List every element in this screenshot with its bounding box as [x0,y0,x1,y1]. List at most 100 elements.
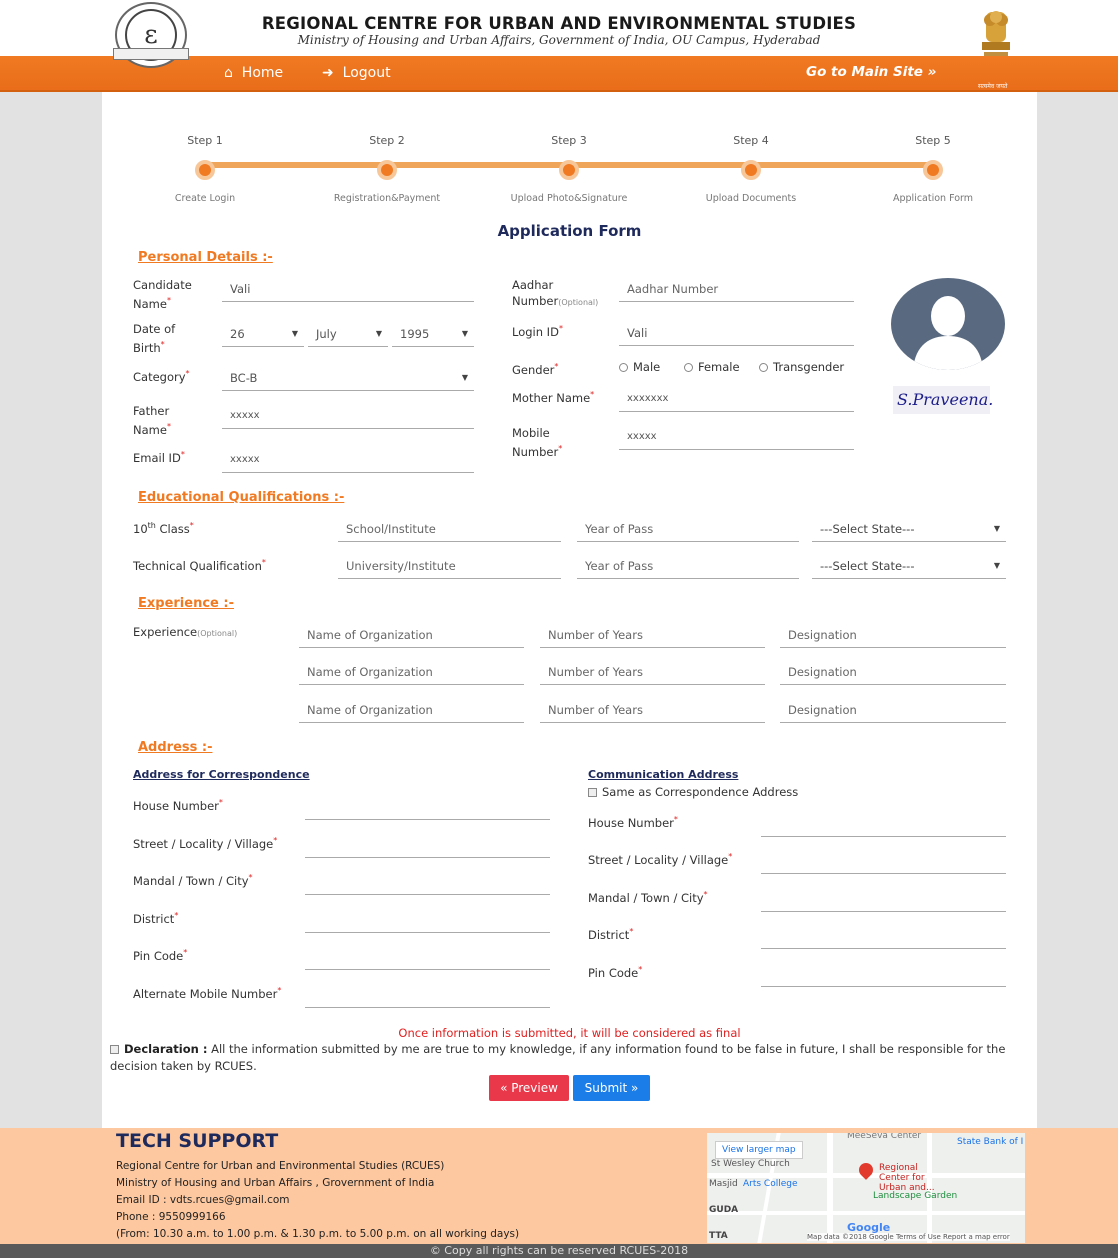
osmania-university-logo: ε [113,2,189,68]
checkbox-icon [588,788,597,797]
experience-designation-input[interactable]: Designation [780,699,1006,723]
corr-street-input[interactable] [305,834,550,858]
corr-mandal-input[interactable] [305,871,550,895]
step-dot [923,160,943,180]
chevron-down-icon: ▼ [461,373,468,382]
candidate-name-input[interactable]: Vali [222,278,474,302]
tenth-class-label: 10th Class* [133,521,194,536]
comm-pin-input[interactable] [761,963,1006,987]
corr-house-input[interactable] [305,796,550,820]
experience-years-input[interactable]: Number of Years [540,624,765,648]
experience-years-input[interactable]: Number of Years [540,699,765,723]
map-label: Masjid [709,1179,738,1189]
comm-house-input[interactable] [761,813,1006,837]
gender-male-radio[interactable]: Male [619,359,660,375]
dob-month-select[interactable]: July ▼ [308,323,388,347]
nav-main-site-link[interactable]: Go to Main Site » [806,64,936,80]
tech-support-heading: TECH SUPPORT [116,1130,279,1152]
map-label: TTA [709,1231,728,1241]
login-id-input[interactable]: Vali [619,322,854,346]
chevron-down-icon: ▼ [993,524,1000,533]
profile-photo [891,278,1005,370]
signature-image: S.Praveena. [893,386,993,414]
alt-mobile-input[interactable] [305,984,550,1008]
corr-district-label: District* [133,911,179,926]
corr-mandal-label: Mandal / Town / City* [133,873,253,888]
comm-district-input[interactable] [761,925,1006,949]
map-label: State Bank of I [957,1137,1024,1147]
national-emblem-icon [982,11,1010,56]
tenth-school-input[interactable]: School/Institute [338,518,561,542]
aadhar-input[interactable]: Aadhar Number [619,278,854,302]
tenth-year-input[interactable]: Year of Pass [577,518,799,542]
dob-day-select[interactable]: 26 ▼ [222,323,304,347]
submission-warning: Once information is submitted, it will b… [398,1026,741,1040]
experience-org-input[interactable]: Name of Organization [299,699,524,723]
corr-house-label: House Number* [133,798,223,813]
nav-home-label: Home [241,65,284,81]
same-address-checkbox[interactable]: Same as Correspondence Address [588,784,798,800]
home-icon: ⌂ [224,65,233,81]
candidate-name-label: Candidate Name* [133,278,192,311]
chevron-down-icon: ▼ [461,329,468,338]
corr-pin-label: Pin Code* [133,948,188,963]
comm-pin-label: Pin Code* [588,965,643,980]
address-heading: Address :- [138,740,213,755]
declaration: Declaration : All the information submit… [110,1041,1015,1075]
mother-name-input[interactable]: xxxxxxx [619,388,854,412]
comm-house-label: House Number* [588,815,678,830]
step-3: Step 3 Upload Photo&Signature [499,134,639,204]
nav-home-link[interactable]: ⌂ Home [224,65,283,81]
step-label: Step 1 [187,134,223,147]
radio-icon [684,363,693,372]
step-label: Step 5 [915,134,951,147]
nav-logout-link[interactable]: ➜ Logout [322,65,391,81]
gender-label: Gender* [512,362,559,377]
corr-street-label: Street / Locality / Village* [133,836,278,851]
comm-street-input[interactable] [761,850,1006,874]
email-label: Email ID* [133,450,185,465]
email-input[interactable]: xxxxx [222,449,474,473]
map-label: Landscape Garden [873,1191,958,1201]
step-5: Step 5 Application Form [863,134,1003,204]
tech-state-select[interactable]: ---Select State--- ▼ [812,555,1006,579]
experience-designation-input[interactable]: Designation [780,661,1006,685]
map-label: Regional Center for Urban and... [879,1163,935,1193]
map-label: St Wesley Church [711,1159,790,1169]
comm-street-label: Street / Locality / Village* [588,852,733,867]
footer-hours: (From: 10.30 a.m. to 1.00 p.m. & 1.30 p.… [116,1228,520,1240]
father-name-input[interactable]: xxxxx [222,405,474,429]
tech-university-input[interactable]: University/Institute [338,555,561,579]
experience-designation-input[interactable]: Designation [780,624,1006,648]
corr-pin-input[interactable] [305,946,550,970]
experience-org-input[interactable]: Name of Organization [299,661,524,685]
technical-qualification-label: Technical Qualification* [133,558,266,573]
preview-button[interactable]: « Preview [489,1075,569,1101]
submit-button[interactable]: Submit » [573,1075,650,1101]
comm-mandal-input[interactable] [761,888,1006,912]
radio-icon [619,363,628,372]
step-caption: Upload Photo&Signature [510,193,628,204]
radio-icon [759,363,768,372]
map-label: Arts College [743,1179,798,1189]
declaration-checkbox[interactable] [110,1045,119,1054]
step-dot [741,160,761,180]
dob-year-select[interactable]: 1995 ▼ [392,323,474,347]
experience-org-input[interactable]: Name of Organization [299,624,524,648]
form-title: Application Form [497,222,642,240]
gender-transgender-radio[interactable]: Transgender [759,359,844,375]
aadhar-label: Aadhar Number(Optional) [512,278,599,308]
mobile-input[interactable]: xxxxx [619,426,854,450]
tech-year-input[interactable]: Year of Pass [577,555,799,579]
tenth-state-select[interactable]: ---Select State--- ▼ [812,518,1006,542]
category-select[interactable]: BC-B ▼ [222,367,474,391]
corr-district-input[interactable] [305,909,550,933]
emblem-caption: सत्यमेव जयते [978,83,1008,90]
gender-female-radio[interactable]: Female [684,359,740,375]
category-label: Category* [133,369,190,384]
step-caption: Registration&Payment [333,193,441,204]
location-map[interactable]: View larger map MeeSeva Center St Wesley… [707,1133,1025,1243]
experience-years-input[interactable]: Number of Years [540,661,765,685]
view-larger-map-link[interactable]: View larger map [715,1141,803,1159]
experience-heading: Experience :- [138,596,234,611]
